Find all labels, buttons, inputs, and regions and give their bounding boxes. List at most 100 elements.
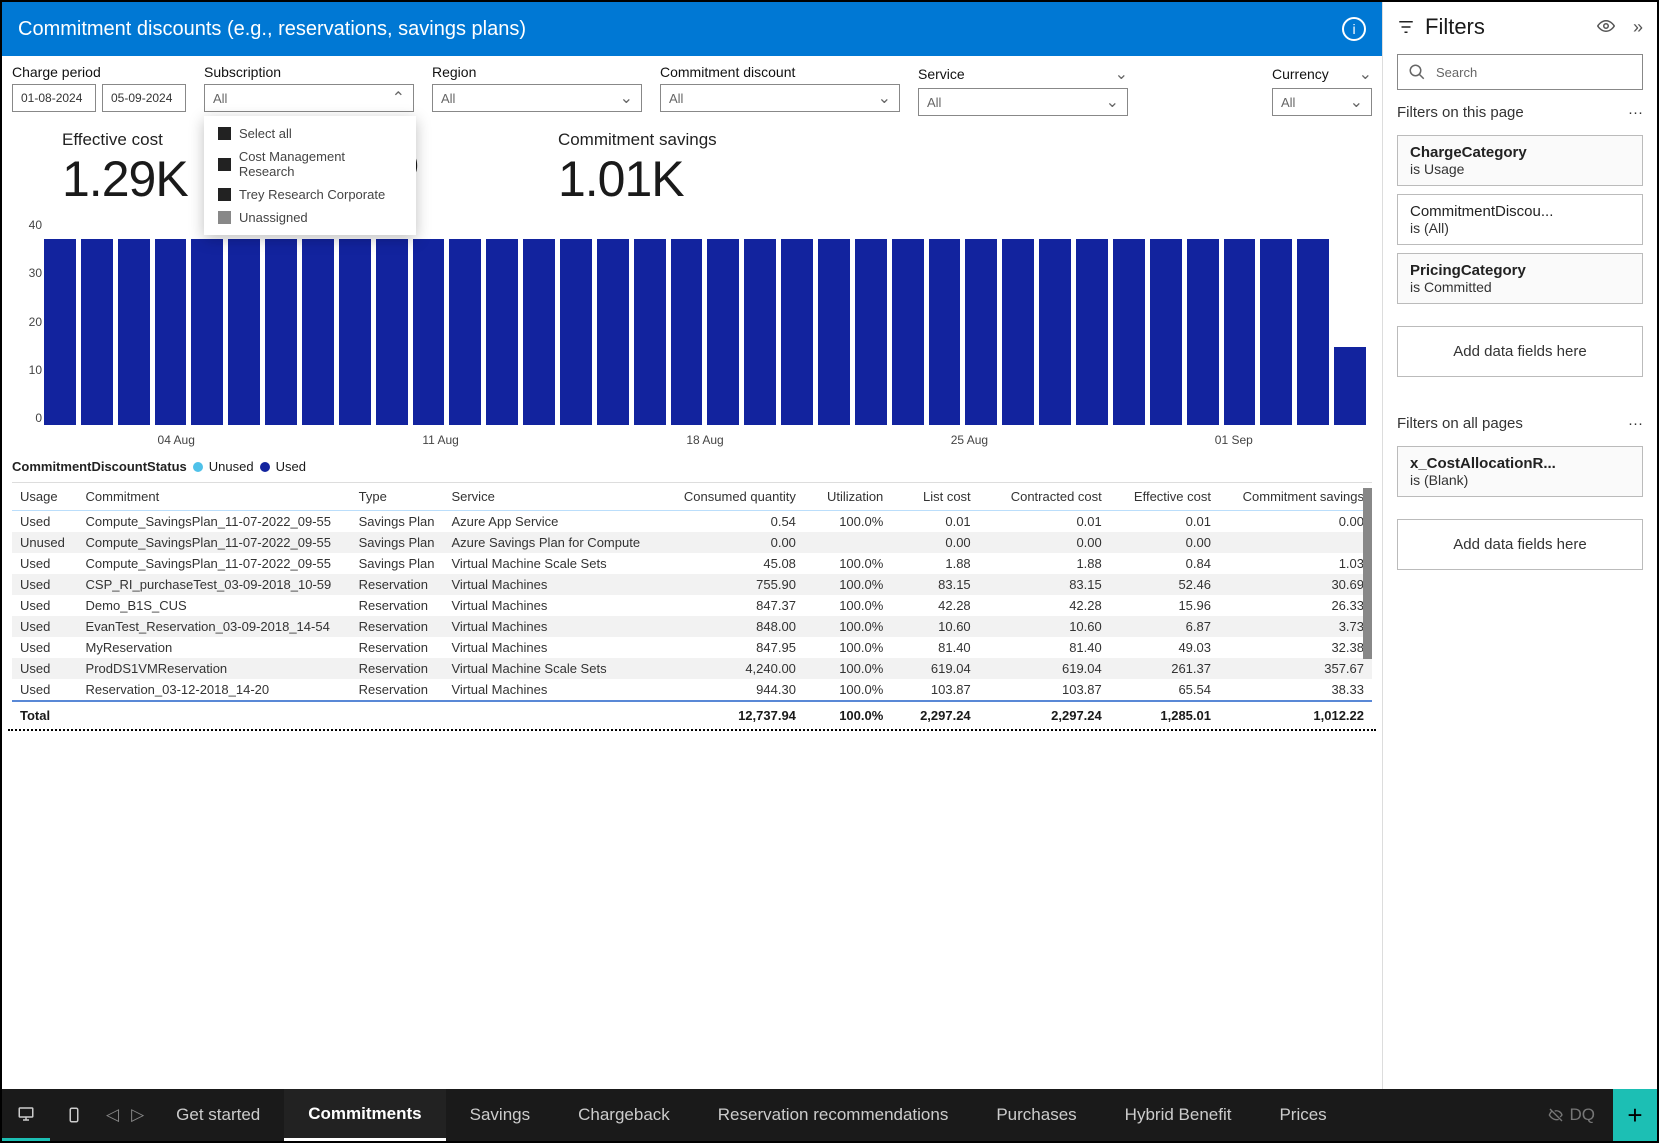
- currency-dropdown[interactable]: All⌄: [1272, 88, 1372, 116]
- chart-bar[interactable]: [449, 239, 481, 425]
- filters-search[interactable]: Search: [1397, 54, 1643, 90]
- chart-bar[interactable]: [1260, 239, 1292, 425]
- chart-bar[interactable]: [1039, 239, 1071, 425]
- column-header[interactable]: Commitment: [78, 483, 351, 511]
- filter-card[interactable]: CommitmentDiscou...is (All): [1397, 194, 1643, 245]
- chart-bar[interactable]: [855, 239, 887, 425]
- chart-bar[interactable]: [597, 239, 629, 425]
- chart-bar[interactable]: [44, 239, 76, 425]
- chart-bar[interactable]: [671, 239, 703, 425]
- chart-bar[interactable]: [155, 239, 187, 425]
- kpi-effective-cost: Effective cost 1.29K: [62, 130, 188, 208]
- filter-card[interactable]: PricingCategoryis Committed: [1397, 253, 1643, 304]
- dropdown-option[interactable]: Cost Management Research: [204, 145, 416, 183]
- filter-icon: [1397, 18, 1415, 36]
- date-from-input[interactable]: 01-08-2024: [12, 84, 96, 112]
- column-header[interactable]: Commitment savings: [1219, 483, 1372, 511]
- more-icon[interactable]: ···: [1628, 415, 1643, 432]
- column-header[interactable]: Service: [443, 483, 661, 511]
- chart-bar[interactable]: [1187, 239, 1219, 425]
- table-scrollbar[interactable]: [1363, 484, 1372, 728]
- page-tab[interactable]: Commitments: [284, 1089, 445, 1141]
- dropdown-option[interactable]: Unassigned: [204, 206, 416, 229]
- page-tab[interactable]: Hybrid Benefit: [1101, 1089, 1256, 1141]
- chart-bar[interactable]: [781, 239, 813, 425]
- chart-bar[interactable]: [744, 239, 776, 425]
- filters-panel: Filters » Search Filters on this page···…: [1382, 2, 1657, 1089]
- table-row[interactable]: UsedProdDS1VMReservationReservationVirtu…: [12, 658, 1372, 679]
- chevron-down-icon[interactable]: ⌄: [1359, 64, 1372, 84]
- table-row[interactable]: UsedEvanTest_Reservation_03-09-2018_14-5…: [12, 616, 1372, 637]
- column-header[interactable]: Contracted cost: [979, 483, 1110, 511]
- chart-bar[interactable]: [81, 239, 113, 425]
- chart-bar[interactable]: [1113, 239, 1145, 425]
- page-tab[interactable]: Prices: [1255, 1089, 1350, 1141]
- table-row[interactable]: UsedCSP_RI_purchaseTest_03-09-2018_10-59…: [12, 574, 1372, 595]
- mobile-view-icon[interactable]: [50, 1089, 98, 1141]
- chart-bar[interactable]: [1002, 239, 1034, 425]
- chart-bar[interactable]: [1334, 347, 1366, 425]
- page-tab[interactable]: Chargeback: [554, 1089, 694, 1141]
- desktop-view-icon[interactable]: [2, 1089, 50, 1141]
- chart-bar[interactable]: [1297, 239, 1329, 425]
- more-icon[interactable]: ···: [1628, 104, 1643, 121]
- column-header[interactable]: Type: [351, 483, 444, 511]
- chart-bar[interactable]: [965, 239, 997, 425]
- date-to-input[interactable]: 05-09-2024: [102, 84, 186, 112]
- table-row[interactable]: UsedMyReservationReservationVirtual Mach…: [12, 637, 1372, 658]
- eye-icon[interactable]: [1597, 17, 1615, 38]
- chart-bar[interactable]: [302, 239, 334, 425]
- daily-bar-chart[interactable]: 403020100 04 Aug11 Aug18 Aug25 Aug01 Sep: [12, 218, 1372, 453]
- info-icon[interactable]: i: [1342, 17, 1366, 41]
- chart-bar[interactable]: [1150, 239, 1182, 425]
- table-row[interactable]: UsedReservation_03-12-2018_14-20Reservat…: [12, 679, 1372, 701]
- table-row[interactable]: UsedCompute_SavingsPlan_11-07-2022_09-55…: [12, 511, 1372, 533]
- chart-bar[interactable]: [929, 239, 961, 425]
- collapse-icon[interactable]: »: [1633, 17, 1643, 38]
- chart-bar[interactable]: [376, 239, 408, 425]
- chart-bar[interactable]: [560, 239, 592, 425]
- service-dropdown[interactable]: All⌄: [918, 88, 1128, 116]
- chart-bar[interactable]: [818, 239, 850, 425]
- page-tab[interactable]: Reservation recommendations: [694, 1089, 973, 1141]
- chart-bar[interactable]: [118, 239, 150, 425]
- table-row[interactable]: UnusedCompute_SavingsPlan_11-07-2022_09-…: [12, 532, 1372, 553]
- chevron-down-icon[interactable]: ⌄: [1115, 64, 1128, 84]
- column-header[interactable]: Utilization: [804, 483, 891, 511]
- page-tab[interactable]: Get started: [152, 1089, 284, 1141]
- chart-bar[interactable]: [486, 239, 518, 425]
- add-page-filter[interactable]: Add data fields here: [1397, 326, 1643, 377]
- column-header[interactable]: Usage: [12, 483, 78, 511]
- commitments-table[interactable]: UsageCommitmentTypeServiceConsumed quant…: [12, 482, 1372, 729]
- chart-bar[interactable]: [523, 239, 555, 425]
- chart-bar[interactable]: [634, 239, 666, 425]
- filter-card[interactable]: x_CostAllocationR...is (Blank): [1397, 446, 1643, 497]
- slicer-subscription: Subscription All⌃ Select allCost Managem…: [204, 64, 414, 116]
- chart-bar[interactable]: [707, 239, 739, 425]
- add-page-button[interactable]: +: [1613, 1089, 1657, 1141]
- add-global-filter[interactable]: Add data fields here: [1397, 519, 1643, 570]
- dropdown-option[interactable]: Select all: [204, 122, 416, 145]
- chart-bar[interactable]: [413, 239, 445, 425]
- chart-bar[interactable]: [265, 239, 297, 425]
- hidden-tab-dq[interactable]: DQ: [1530, 1089, 1614, 1141]
- chart-bar[interactable]: [1224, 239, 1256, 425]
- table-row[interactable]: UsedCompute_SavingsPlan_11-07-2022_09-55…: [12, 553, 1372, 574]
- chart-bar[interactable]: [1076, 239, 1108, 425]
- filter-card[interactable]: ChargeCategoryis Usage: [1397, 135, 1643, 186]
- commitment-discount-dropdown[interactable]: All⌄: [660, 84, 900, 112]
- column-header[interactable]: List cost: [891, 483, 978, 511]
- column-header[interactable]: Consumed quantity: [662, 483, 804, 511]
- tab-nav-arrows[interactable]: ◁▷: [98, 1089, 152, 1141]
- page-tab[interactable]: Purchases: [972, 1089, 1100, 1141]
- chart-bar[interactable]: [339, 239, 371, 425]
- chart-bar[interactable]: [191, 239, 223, 425]
- table-row[interactable]: UsedDemo_B1S_CUSReservationVirtual Machi…: [12, 595, 1372, 616]
- page-tab[interactable]: Savings: [446, 1089, 554, 1141]
- chart-bar[interactable]: [892, 239, 924, 425]
- dropdown-option[interactable]: Trey Research Corporate: [204, 183, 416, 206]
- column-header[interactable]: Effective cost: [1110, 483, 1219, 511]
- chart-bar[interactable]: [228, 239, 260, 425]
- subscription-dropdown[interactable]: All⌃: [204, 84, 414, 112]
- region-dropdown[interactable]: All⌄: [432, 84, 642, 112]
